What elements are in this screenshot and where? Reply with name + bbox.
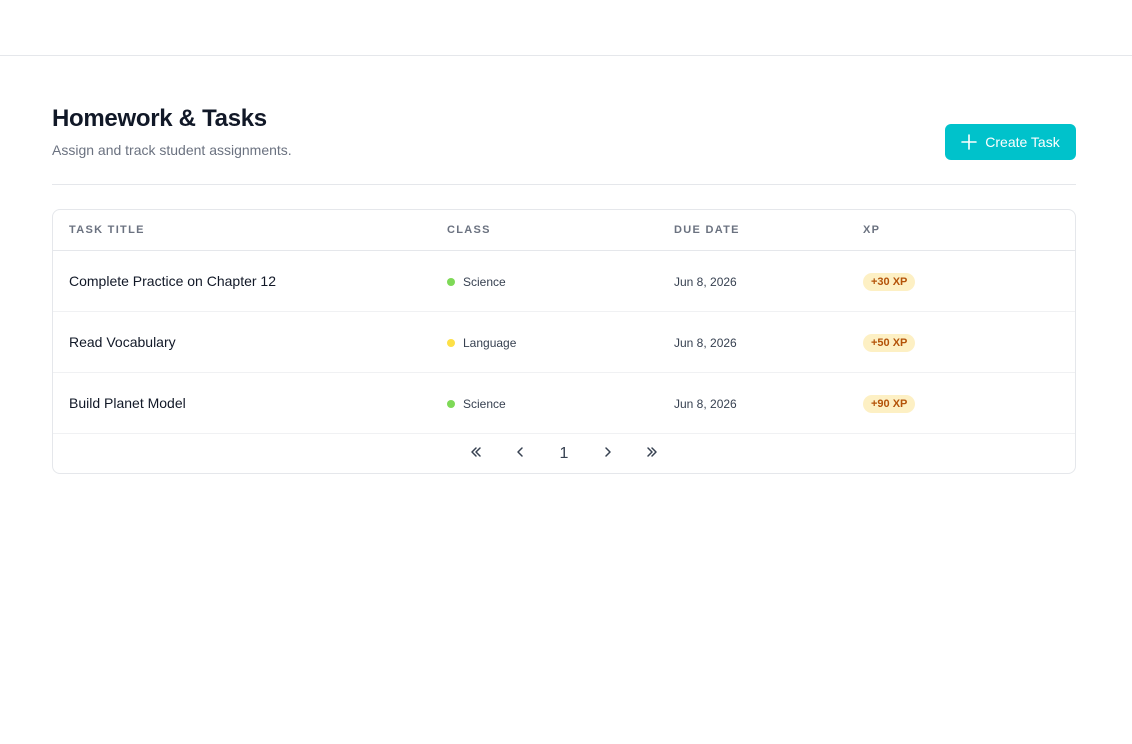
- page-header: Homework & Tasks Assign and track studen…: [52, 56, 1076, 185]
- create-task-button[interactable]: Create Task: [945, 124, 1076, 160]
- first-page-button[interactable]: [454, 439, 498, 469]
- page-title: Homework & Tasks: [52, 105, 267, 132]
- previous-page-button[interactable]: [498, 439, 542, 469]
- class-dot-icon: [447, 339, 455, 347]
- task-title[interactable]: Read Vocabulary: [69, 334, 176, 350]
- task-title[interactable]: Complete Practice on Chapter 12: [69, 273, 276, 289]
- column-header-task-title[interactable]: TASK TITLE: [53, 210, 447, 251]
- table-row[interactable]: Complete Practice on Chapter 12 Science …: [53, 250, 1075, 312]
- pagination: 1: [53, 434, 1075, 473]
- xp-badge: +90 XP: [863, 394, 916, 413]
- last-page-button[interactable]: [630, 439, 674, 469]
- due-date: Jun 8, 2026: [674, 397, 737, 411]
- class-cell: Language: [447, 336, 516, 350]
- table-header-row: TASK TITLE CLASS DUE DATE XP: [53, 210, 1075, 251]
- top-bar: [0, 0, 1132, 56]
- table-row[interactable]: Read Vocabulary Language Jun 8, 2026 +50…: [53, 311, 1075, 373]
- page-number-button[interactable]: 1: [542, 439, 586, 469]
- xp-badge: +30 XP: [863, 272, 916, 291]
- class-label: Science: [463, 275, 506, 289]
- next-page-button[interactable]: [586, 439, 630, 469]
- class-cell: Science: [447, 397, 506, 411]
- double-chevron-right-icon: [645, 445, 659, 464]
- class-dot-icon: [447, 400, 455, 408]
- table-row[interactable]: Build Planet Model Science Jun 8, 2026 +…: [53, 372, 1075, 434]
- tasks-table-card: TASK TITLE CLASS DUE DATE XP Complete Pr…: [52, 209, 1076, 474]
- class-label: Science: [463, 397, 506, 411]
- page-subtitle: Assign and track student assignments.: [52, 142, 292, 158]
- chevron-right-icon: [601, 445, 615, 464]
- task-title[interactable]: Build Planet Model: [69, 395, 186, 411]
- double-chevron-left-icon: [469, 445, 483, 464]
- class-label: Language: [463, 336, 517, 350]
- column-header-due-date[interactable]: DUE DATE: [674, 210, 863, 251]
- due-date: Jun 8, 2026: [674, 275, 737, 289]
- xp-badge: +50 XP: [863, 333, 916, 352]
- create-task-label: Create Task: [985, 134, 1060, 150]
- chevron-left-icon: [513, 445, 527, 464]
- tasks-table: TASK TITLE CLASS DUE DATE XP Complete Pr…: [53, 210, 1075, 434]
- main-content: Homework & Tasks Assign and track studen…: [52, 56, 1076, 474]
- class-cell: Science: [447, 275, 506, 289]
- column-header-xp[interactable]: XP: [863, 210, 1075, 251]
- due-date: Jun 8, 2026: [674, 336, 737, 350]
- class-dot-icon: [447, 278, 455, 286]
- column-header-class[interactable]: CLASS: [447, 210, 674, 251]
- plus-icon: [961, 134, 978, 150]
